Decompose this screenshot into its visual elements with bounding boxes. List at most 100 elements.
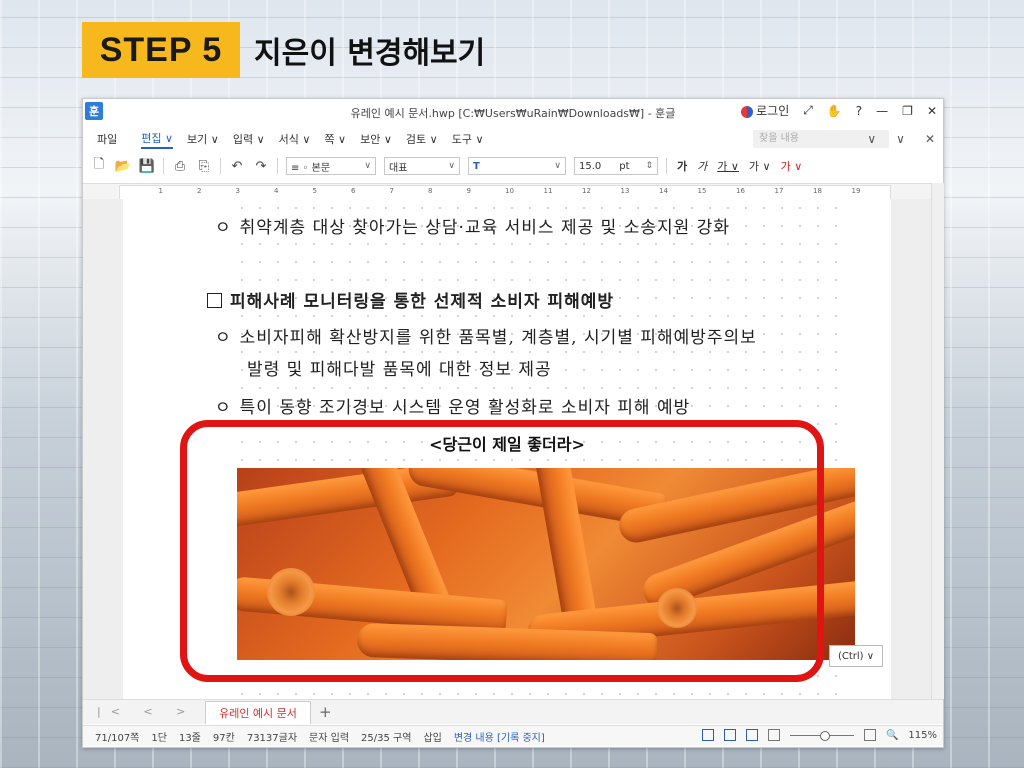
doc-heading[interactable]: 피해사례 모니터링을 통한 선제적 소비자 피해예방 bbox=[207, 287, 614, 312]
doc-line-3[interactable]: 발령 및 피해다발 품목에 대한 정보 제공 bbox=[247, 355, 552, 380]
slide-header: STEP 5 지은이 변경해보기 bbox=[82, 22, 485, 78]
track-changes-status[interactable]: 변경 내용 [기록 중지] bbox=[454, 729, 545, 744]
hwp-window: 훈 유레인 예시 문서.hwp [C:₩Users₩uRain₩Download… bbox=[82, 98, 944, 748]
save-icon[interactable]: 💾 bbox=[139, 158, 155, 174]
hand-icon[interactable]: ✋ bbox=[827, 104, 842, 118]
menu-insert[interactable]: 입력 ∨ bbox=[233, 131, 265, 147]
web-view-icon[interactable] bbox=[723, 729, 736, 741]
login-label: 로그인 bbox=[756, 104, 790, 118]
doc-line-4[interactable]: ㅇ 특이 동향 조기경보 시스템 운영 활성화로 소비자 피해 예방 bbox=[215, 393, 690, 418]
vertical-scrollbar[interactable] bbox=[931, 183, 944, 699]
redo-icon[interactable]: ↷ bbox=[253, 158, 269, 174]
menu-tools[interactable]: 도구 ∨ bbox=[452, 131, 484, 147]
document-viewport[interactable]: ㅇ 취약계층 대상 찾아가는 상담·교육 서비스 제공 및 소송지원 강화 피해사… bbox=[83, 199, 931, 699]
bullet-mark: ㅇ bbox=[215, 218, 232, 238]
menu-file[interactable]: 파일 bbox=[97, 131, 117, 147]
doc-line-1[interactable]: ㅇ 취약계층 대상 찾아가는 상담·교육 서비스 제공 및 소송지원 강화 bbox=[215, 213, 730, 238]
zoom-thumb[interactable] bbox=[819, 730, 830, 741]
normal-view-icon[interactable] bbox=[701, 729, 714, 741]
help-icon[interactable]: ? bbox=[856, 104, 862, 118]
full-view-icon[interactable] bbox=[745, 729, 758, 741]
strikethrough-button[interactable]: 가 ∨ bbox=[749, 158, 771, 174]
doc-line-2-text: 소비자피해 확산방지를 위한 품목별, 계층별, 시기별 피해예방주의보 bbox=[239, 328, 757, 348]
doc-heading-text: 피해사례 모니터링을 통한 선제적 소비자 피해예방 bbox=[230, 292, 615, 312]
bullet-mark: ㅇ bbox=[215, 328, 232, 348]
format-toolbar: 🗋 📂 💾 ⎙ ⎘ ↶ ↷ ≡ ◦ 본문 ∨ 대표 ∨ T ∨ 15.0 pt ⇕ 가… bbox=[83, 153, 943, 179]
status-section: 25/35 구역 bbox=[361, 732, 412, 744]
font-size-field[interactable]: 15.0 pt ⇕ bbox=[574, 157, 658, 175]
doc-line-1-text: 취약계층 대상 찾아가는 상담·교육 서비스 제공 및 소송지원 강화 bbox=[239, 218, 730, 238]
status-line: 13줄 bbox=[178, 732, 201, 744]
zoom-icon[interactable]: 🔍 bbox=[886, 730, 898, 741]
status-char-count: 73137글자 bbox=[246, 732, 298, 744]
ruler-number: 2 bbox=[197, 187, 202, 195]
zoom-level[interactable]: 115% bbox=[908, 730, 937, 741]
step-badge: STEP 5 bbox=[82, 22, 240, 78]
ruler-number: 17 bbox=[774, 187, 784, 195]
tab-document[interactable]: 유레인 예시 문서 bbox=[205, 701, 311, 724]
new-document-icon[interactable]: 🗋 bbox=[91, 157, 107, 174]
toolbar-divider bbox=[666, 158, 667, 174]
ruler-number: 15 bbox=[697, 187, 707, 195]
add-tab-button[interactable]: + bbox=[319, 703, 332, 721]
image-caption[interactable]: <당근이 제일 좋더라> bbox=[123, 431, 891, 455]
carrot-photo[interactable] bbox=[237, 468, 855, 660]
language-font-select[interactable]: 대표 ∨ bbox=[384, 157, 460, 175]
title-bar: 훈 유레인 예시 문서.hwp [C:₩Users₩uRain₩Download… bbox=[83, 99, 943, 125]
menu-view[interactable]: 보기 ∨ bbox=[187, 131, 219, 147]
ruler-number: 18 bbox=[813, 187, 822, 195]
font-color-button[interactable]: 가 ∨ bbox=[781, 158, 803, 174]
fit-page-icon[interactable] bbox=[767, 729, 780, 741]
status-insert-mode[interactable]: 삽입 bbox=[423, 729, 441, 744]
toolbar-divider bbox=[163, 158, 164, 174]
menu-review[interactable]: 검토 ∨ bbox=[406, 131, 438, 147]
underline-button[interactable]: 가 ∨ bbox=[717, 158, 739, 174]
doc-line-2[interactable]: ㅇ 소비자피해 확산방지를 위한 품목별, 계층별, 시기별 피해예방주의보 bbox=[215, 323, 757, 348]
undo-icon[interactable]: ↶ bbox=[229, 158, 245, 174]
print-preview-icon[interactable]: ⎘ bbox=[196, 158, 212, 174]
ruler-number: 10 bbox=[505, 187, 514, 195]
doc-line-3-text: 발령 및 피해다발 품목에 대한 정보 제공 bbox=[247, 360, 552, 380]
paste-options-button[interactable]: (Ctrl) ∨ bbox=[829, 645, 883, 667]
carrot-end-shape bbox=[267, 568, 315, 616]
language-font-value: 대표 bbox=[389, 162, 408, 174]
open-folder-icon[interactable]: 📂 bbox=[115, 158, 131, 174]
ruler-number: 13 bbox=[620, 187, 630, 195]
status-column: 1단 bbox=[151, 732, 167, 744]
view-zoom-controls: 🔍 115% bbox=[701, 729, 937, 741]
bold-button[interactable]: 가 bbox=[677, 158, 687, 174]
zoom-slider[interactable] bbox=[789, 730, 854, 741]
close-search-icon[interactable]: ✕ bbox=[925, 132, 935, 146]
menu-security[interactable]: 보안 ∨ bbox=[360, 131, 392, 147]
paragraph-style-select[interactable]: ≡ ◦ 본문 ∨ bbox=[286, 157, 376, 175]
expand-icon[interactable]: ⤢ bbox=[803, 103, 813, 118]
search-dropdown-icon[interactable]: ∨ bbox=[867, 132, 876, 146]
restore-button[interactable]: ❐ bbox=[902, 104, 913, 118]
document-tab-bar: |< < > >| 유레인 예시 문서 + bbox=[83, 699, 943, 724]
document-page[interactable]: ㅇ 취약계층 대상 찾아가는 상담·교육 서비스 제공 및 소송지원 강화 피해사… bbox=[123, 199, 891, 699]
doc-line-4-text: 특이 동향 조기경보 시스템 운영 활성화로 소비자 피해 예방 bbox=[239, 398, 691, 418]
zoom-reset-icon[interactable] bbox=[863, 729, 876, 741]
login-button[interactable]: 로그인 bbox=[741, 102, 789, 119]
menu-edit[interactable]: 편집 ∨ bbox=[141, 130, 174, 149]
menubar-right-controls: ∨ ∨ ✕ bbox=[867, 132, 935, 146]
ruler-scale: 1 2 3 4 5 6 7 8 9 10 11 12 13 14 15 16 17 18 19 bbox=[119, 185, 891, 200]
print-icon[interactable]: ⎙ bbox=[172, 158, 188, 174]
font-name-icon: T bbox=[473, 160, 480, 172]
paragraph-style-value: ≡ ◦ 본문 bbox=[291, 162, 331, 174]
ruler-number: 11 bbox=[543, 187, 553, 195]
ribbon-collapse-icon[interactable]: ∨ bbox=[896, 132, 905, 146]
ruler-number: 8 bbox=[428, 187, 433, 195]
slide-title: 지은이 변경해보기 bbox=[254, 36, 486, 71]
menu-page[interactable]: 쪽 ∨ bbox=[324, 131, 346, 147]
minimize-button[interactable]: — bbox=[876, 104, 888, 118]
ruler-number: 19 bbox=[851, 187, 861, 195]
chevron-down-icon: ∨ bbox=[554, 161, 561, 171]
menu-format[interactable]: 서식 ∨ bbox=[279, 131, 311, 147]
ruler-number: 16 bbox=[736, 187, 745, 195]
italic-button[interactable]: 가 bbox=[697, 158, 707, 174]
close-button[interactable]: ✕ bbox=[927, 104, 937, 118]
stepper-icon: ⇕ bbox=[645, 161, 653, 171]
font-name-select[interactable]: T ∨ bbox=[468, 157, 566, 175]
status-page[interactable]: 71/107쪽 bbox=[95, 729, 139, 744]
